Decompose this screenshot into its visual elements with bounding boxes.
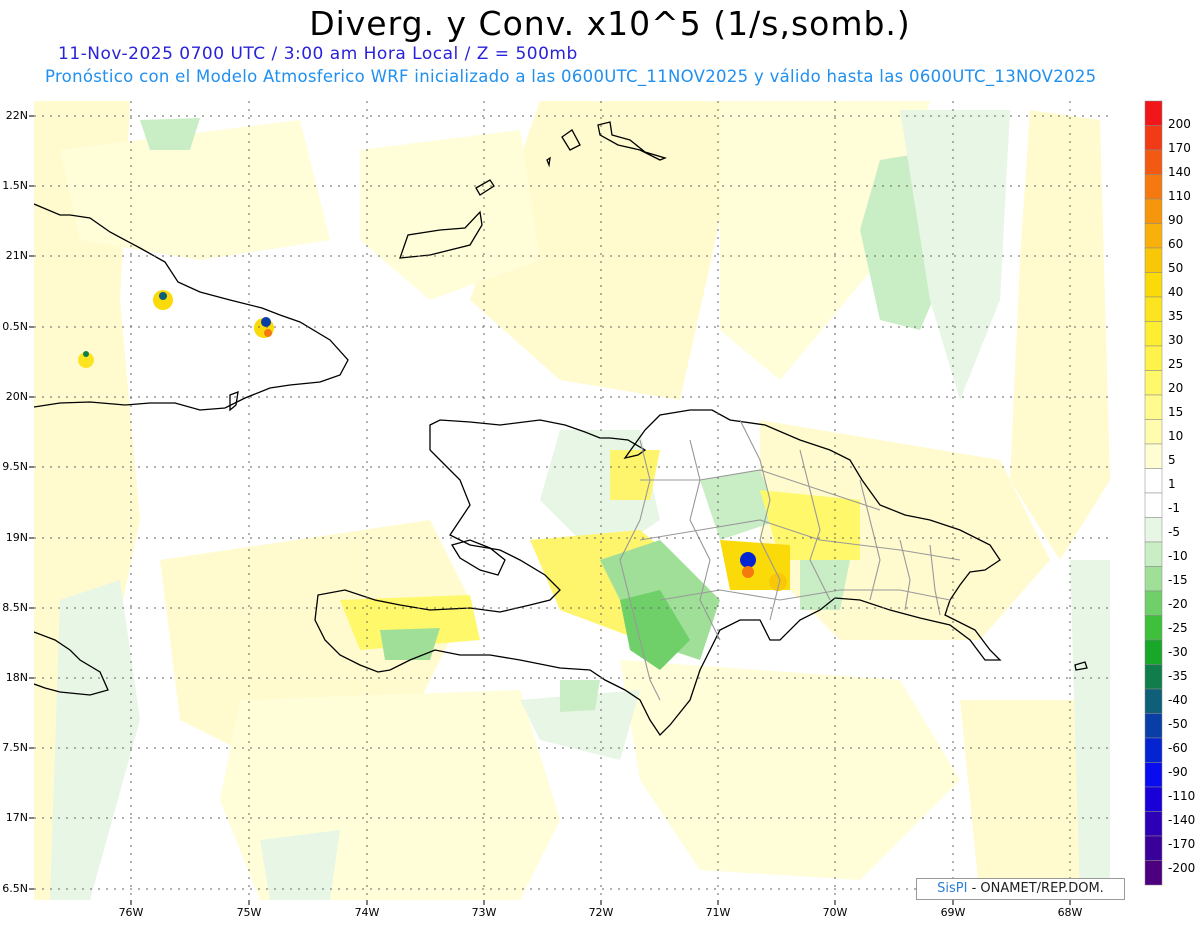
colorbar-label: -30 bbox=[1168, 645, 1188, 660]
colorbar-label: -140 bbox=[1168, 813, 1196, 828]
divergence-map bbox=[29, 100, 1163, 905]
field-layer bbox=[34, 101, 1110, 900]
colorbar-label: -5 bbox=[1168, 525, 1180, 540]
colorbar-swatch bbox=[1144, 174, 1163, 200]
colorbar-swatch bbox=[1144, 223, 1163, 249]
lat-label: 0.5N bbox=[2, 320, 28, 333]
lat-label: 9.5N bbox=[2, 460, 28, 473]
colorbar-label: -90 bbox=[1168, 765, 1188, 780]
colorbar-swatch bbox=[1144, 370, 1163, 396]
lat-label: 21N bbox=[5, 249, 28, 262]
colorbar-label: 140 bbox=[1168, 165, 1191, 180]
colorbar-label: -1 bbox=[1168, 501, 1180, 516]
colorbar-swatch bbox=[1144, 419, 1163, 445]
lon-label: 75W bbox=[236, 906, 262, 919]
colorbar-swatch bbox=[1144, 860, 1163, 886]
colorbar-label: -110 bbox=[1168, 789, 1196, 804]
colorbar-label: 5 bbox=[1168, 453, 1176, 468]
colorbar-swatch bbox=[1144, 198, 1163, 224]
colorbar-swatch bbox=[1144, 247, 1163, 273]
lat-label: 1.5N bbox=[2, 179, 28, 192]
colorbar-swatch bbox=[1144, 394, 1163, 420]
colorbar-label: -50 bbox=[1168, 717, 1188, 732]
colorbar-swatch bbox=[1144, 517, 1163, 543]
colorbar-swatch bbox=[1144, 566, 1163, 592]
colorbar-swatch bbox=[1144, 149, 1163, 175]
credit-text: - ONAMET/REP.DOM. bbox=[971, 881, 1104, 896]
colorbar-label: 40 bbox=[1168, 285, 1184, 300]
colorbar-label: 30 bbox=[1168, 333, 1184, 348]
colorbar-swatch bbox=[1144, 664, 1163, 690]
colorbar-label: 1 bbox=[1168, 477, 1176, 492]
colorbar bbox=[1144, 100, 1163, 886]
colorbar-label: 15 bbox=[1168, 405, 1184, 420]
lat-label: 7.5N bbox=[2, 741, 28, 754]
colorbar-swatch bbox=[1144, 762, 1163, 788]
colorbar-swatch bbox=[1144, 272, 1163, 298]
colorbar-label: -200 bbox=[1168, 861, 1196, 876]
lon-label: 71W bbox=[705, 906, 731, 919]
colorbar-label: -10 bbox=[1168, 549, 1188, 564]
lat-label: 17N bbox=[5, 811, 28, 824]
colorbar-label: 50 bbox=[1168, 261, 1184, 276]
lat-label: 19N bbox=[5, 531, 28, 544]
lon-label: 74W bbox=[354, 906, 380, 919]
colorbar-swatch bbox=[1144, 345, 1163, 371]
colorbar-swatch bbox=[1144, 100, 1163, 126]
colorbar-swatch bbox=[1144, 296, 1163, 322]
colorbar-swatch bbox=[1144, 737, 1163, 763]
colorbar-label: -25 bbox=[1168, 621, 1188, 636]
colorbar-label: -40 bbox=[1168, 693, 1188, 708]
colorbar-swatch bbox=[1144, 713, 1163, 739]
colorbar-label: -35 bbox=[1168, 669, 1188, 684]
colorbar-label: -20 bbox=[1168, 597, 1188, 612]
lon-label: 76W bbox=[118, 906, 144, 919]
colorbar-label: -15 bbox=[1168, 573, 1188, 588]
colorbar-label: 25 bbox=[1168, 357, 1184, 372]
colorbar-label: 110 bbox=[1168, 189, 1191, 204]
lon-label: 68W bbox=[1057, 906, 1083, 919]
colorbar-label: 90 bbox=[1168, 213, 1184, 228]
credit-box: SisPI - ONAMET/REP.DOM. bbox=[916, 878, 1125, 900]
colorbar-swatch bbox=[1144, 468, 1163, 494]
colorbar-label: -60 bbox=[1168, 741, 1188, 756]
sispi-brand: SisPI bbox=[937, 881, 968, 896]
colorbar-label: 35 bbox=[1168, 309, 1184, 324]
colorbar-label: 10 bbox=[1168, 429, 1184, 444]
colorbar-swatch bbox=[1144, 811, 1163, 837]
colorbar-swatch bbox=[1144, 125, 1163, 151]
colorbar-label: 170 bbox=[1168, 141, 1191, 156]
lon-label: 70W bbox=[822, 906, 848, 919]
colorbar-label: 20 bbox=[1168, 381, 1184, 396]
colorbar-swatch bbox=[1144, 443, 1163, 469]
colorbar-swatch bbox=[1144, 835, 1163, 861]
colorbar-swatch bbox=[1144, 688, 1163, 714]
lat-label: 18N bbox=[5, 671, 28, 684]
colorbar-swatch bbox=[1144, 639, 1163, 665]
colorbar-swatch bbox=[1144, 615, 1163, 641]
colorbar-label: 60 bbox=[1168, 237, 1184, 252]
lon-label: 72W bbox=[588, 906, 614, 919]
colorbar-swatch bbox=[1144, 786, 1163, 812]
lon-label: 69W bbox=[940, 906, 966, 919]
lat-label: 8.5N bbox=[2, 601, 28, 614]
colorbar-label: -170 bbox=[1168, 837, 1196, 852]
lat-label: 6.5N bbox=[2, 882, 28, 895]
colorbar-swatch bbox=[1144, 321, 1163, 347]
lat-label: 22N bbox=[5, 109, 28, 122]
colorbar-swatch bbox=[1144, 541, 1163, 567]
colorbar-swatch bbox=[1144, 590, 1163, 616]
colorbar-swatch bbox=[1144, 492, 1163, 518]
lat-label: 20N bbox=[5, 390, 28, 403]
colorbar-label: 200 bbox=[1168, 117, 1191, 131]
lon-label: 73W bbox=[471, 906, 497, 919]
